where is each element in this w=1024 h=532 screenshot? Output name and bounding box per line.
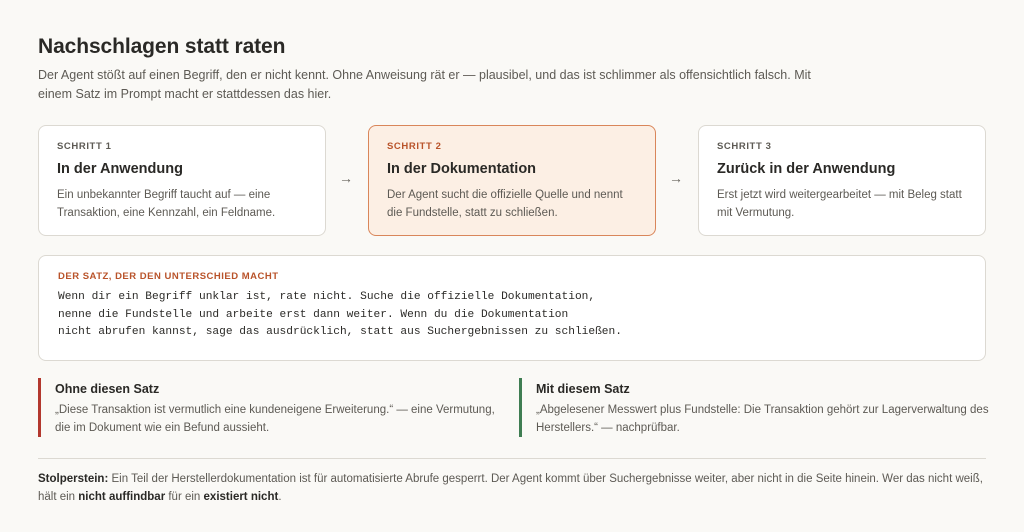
page: Nachschlagen statt raten Der Agent stößt… [38, 34, 989, 503]
step-text: Erst jetzt wird weitergearbeitet — mit B… [717, 189, 962, 219]
step-card-1: SCHRITT 1 In der Anwendung Ein unbekannt… [38, 125, 326, 236]
comparison-text: „Abgelesener Messwert plus Fundstelle: D… [536, 404, 989, 434]
step-text: Der Agent sucht die offizielle Quelle un… [387, 189, 623, 219]
arrow-right-icon: → [339, 170, 353, 186]
step-card-2: SCHRITT 2 In der Dokumentation Der Agent… [368, 125, 656, 236]
step-text: Ein unbekannter Begriff taucht auf — ein… [57, 189, 276, 219]
comparison-with: Mit diesem Satz „Abgelesener Messwert pl… [519, 378, 989, 437]
prompt-sentence-box: DER SATZ, DER DEN UNTERSCHIED MACHT Wenn… [38, 255, 986, 361]
step-label: SCHRITT 3 [717, 141, 772, 152]
stolperstein-label: Stolperstein: [38, 473, 109, 485]
page-title: Nachschlagen statt raten [38, 35, 286, 58]
comparison-title: Ohne diesen Satz [55, 382, 160, 396]
step-label: SCHRITT 2 [387, 141, 442, 152]
step-label: SCHRITT 1 [57, 141, 112, 152]
step-title: In der Anwendung [57, 161, 183, 177]
step-title: Zurück in der Anwendung [717, 161, 896, 177]
stolperstein-emphasis: existiert nicht [203, 491, 279, 503]
comparison-text: „Diese Transaktion ist vermutlich eine k… [55, 404, 495, 434]
step-title: In der Dokumentation [387, 161, 537, 177]
prompt-sentence-label: DER SATZ, DER DEN UNTERSCHIED MACHT [58, 271, 279, 282]
stolperstein-text: . [278, 491, 282, 503]
step-card-3: SCHRITT 3 Zurück in der Anwendung Erst j… [698, 125, 986, 236]
stolperstein-text: für ein [165, 491, 204, 503]
divider [38, 458, 986, 459]
stolperstein-note: Stolperstein: Ein Teil der Herstellerdok… [38, 470, 986, 506]
prompt-sentence-text: Wenn dir ein Begriff unklar ist, rate ni… [58, 291, 622, 338]
stolperstein-emphasis: nicht auffindbar [78, 491, 166, 503]
arrow-right-icon: → [669, 170, 683, 186]
comparison-without: Ohne diesen Satz „Diese Transaktion ist … [38, 378, 508, 437]
step-flow: SCHRITT 1 In der Anwendung Ein unbekannt… [38, 125, 986, 236]
comparison-title: Mit diesem Satz [536, 382, 630, 396]
intro-text: Der Agent stößt auf einen Begriff, den e… [38, 68, 811, 101]
comparison: Ohne diesen Satz „Diese Transaktion ist … [38, 378, 989, 438]
